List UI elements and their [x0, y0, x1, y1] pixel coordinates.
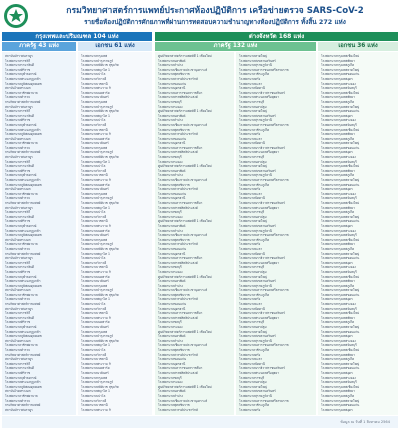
footer-bar: ข้อมูล ณ วันที่ 1 สิงหาคม 2564	[2, 416, 398, 428]
lab-list-provinces-government-right: โรงพยาบาลหาดใหญ่ โรงพยาบาลสงขลานครินทร์ โร…	[236, 52, 316, 415]
lab-list-provinces-government-left: ศูนย์วิทยาศาสตร์การแพทย์ที่ 1 เชียงใหม่โ…	[155, 52, 234, 415]
lab-list-item: สถาบันบำราศนราดูร	[5, 407, 33, 412]
region-header-provinces: ต่างจังหวัด 168 แห่ง	[155, 32, 398, 41]
column-header-bangkok-private: เอกชน 61 แห่ง	[78, 42, 152, 51]
page-header: กรมวิทยาศาสตร์การแพทย์ประกาศห้องปฏิบัติก…	[0, 0, 400, 32]
region-header-bangkok: กรุงเทพและปริมณฑล 104 แห่ง	[2, 32, 152, 41]
lab-list-item: โรงพยาบาลพระราม 9	[81, 407, 111, 412]
footer-date: ข้อมูล ณ วันที่ 1 สิงหาคม 2564	[340, 420, 390, 424]
lab-list-provinces-private: โรงพยาบาลกรุงเทพเชียงใหม่ โรงพยาบาลกรุงเท…	[318, 52, 398, 415]
lab-list-bangkok-government: สถาบันบำราศนราดูร โรงพยาบาลราชวิถี โรงพยาบ…	[2, 52, 76, 415]
lab-list-item: โรงพยาบาลกรุงเทพอุดร	[321, 407, 353, 412]
column-header-provinces-private: เอกชน 36 แห่ง	[318, 42, 398, 51]
column-header-provinces-government: ภาครัฐ 132 แห่ง	[155, 42, 316, 51]
lab-list-bangkok-private: โรงพยาบาลกรุงเทพ โรงพยาบาลบำรุงราษฎร์ โรงพ…	[78, 52, 152, 415]
page-subtitle: รายชื่อห้องปฏิบัติการศักยภาพที่ผ่านการทด…	[84, 18, 346, 26]
lab-list-item: โรงพยาบาลสวรรค์ประชารักษ์	[158, 407, 198, 412]
column-header-bangkok-government: ภาครัฐ 43 แห่ง	[2, 42, 76, 51]
ministry-logo-icon	[4, 4, 28, 28]
page-title: กรมวิทยาศาสตร์การแพทย์ประกาศห้องปฏิบัติก…	[66, 6, 364, 16]
lab-list-item: โรงพยาบาลตรัง	[239, 407, 261, 412]
